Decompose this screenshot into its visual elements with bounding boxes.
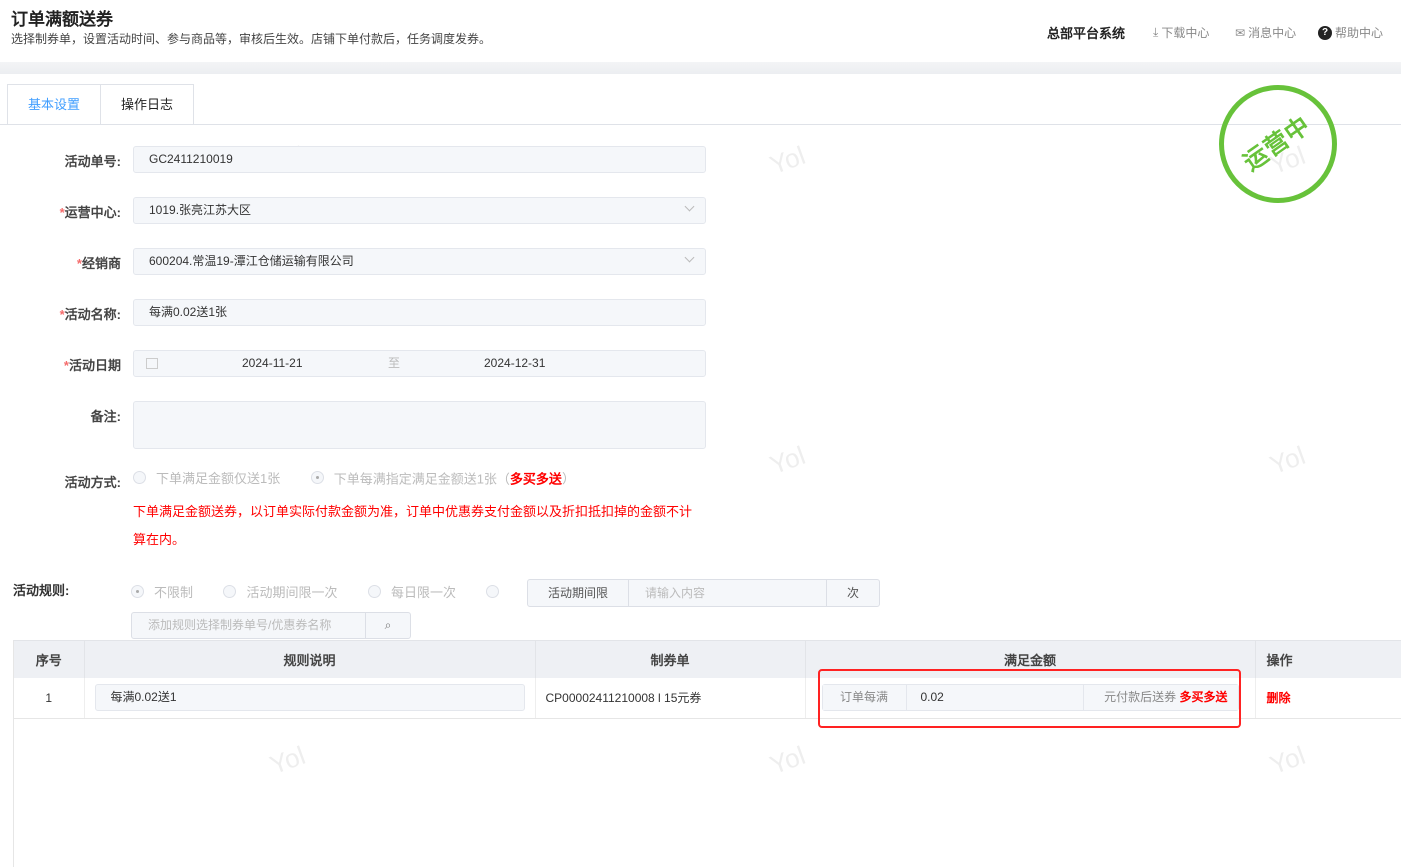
date-label: *活动日期 xyxy=(63,358,121,373)
calendar-icon xyxy=(146,358,158,369)
download-label: 下载中心 xyxy=(1161,26,1210,40)
mode-option-multi[interactable]: 下单每满指定满足金额送1张（多买多送） xyxy=(310,469,601,486)
date-start[interactable]: 2024-11-21 xyxy=(242,351,303,376)
center-select[interactable]: 1019.张亮江苏大区 xyxy=(133,197,706,224)
messages-label: 消息中心 xyxy=(1248,26,1297,40)
period-prefix: 活动期间限 xyxy=(528,580,629,606)
col-coupon: 制券单 xyxy=(535,641,806,678)
activity-name-field[interactable]: 每满0.02送1张 xyxy=(133,299,706,326)
message-center-link[interactable]: ✉ 消息中心 xyxy=(1235,24,1296,41)
chevron-down-icon xyxy=(684,201,695,212)
watermark: Yol xyxy=(765,139,810,181)
mode-option-single[interactable]: 下单满足金额仅送1张 xyxy=(133,469,306,486)
radio[interactable] xyxy=(367,585,381,598)
help-label: 帮助中心 xyxy=(1335,26,1384,40)
help-icon: ? xyxy=(1318,25,1332,40)
mail-icon: ✉ xyxy=(1235,25,1246,40)
dealer-label: *经销商 xyxy=(76,256,121,271)
order-no-label: 活动单号: xyxy=(64,154,121,169)
radio[interactable] xyxy=(486,585,500,598)
col-desc: 规则说明 xyxy=(84,641,536,678)
period-limit-input-group: 活动期间限 请输入内容 次 xyxy=(527,579,880,607)
rule-desc-field[interactable]: 每满0.02送1 xyxy=(94,684,525,712)
date-end[interactable]: 2024-12-31 xyxy=(484,351,545,376)
radio[interactable] xyxy=(131,585,144,598)
tab-underline xyxy=(0,124,1401,125)
radio[interactable] xyxy=(310,471,324,484)
option-label: 下单满足金额仅送1张 xyxy=(156,471,281,486)
rules-label: 活动规则: xyxy=(13,583,70,598)
center-label: *运营中心: xyxy=(59,205,121,220)
option-label: 不限制 xyxy=(154,585,194,600)
rule-search-input[interactable]: 添加规则选择制券单号/优惠券名称 xyxy=(132,613,366,638)
chevron-down-icon xyxy=(684,252,695,263)
watermark: Yol xyxy=(1265,439,1310,481)
tabs: 基本设置 操作日志 xyxy=(7,84,195,125)
center-value: 1019.张亮江苏大区 xyxy=(149,203,252,217)
radio[interactable] xyxy=(223,585,237,598)
radio[interactable] xyxy=(133,471,146,484)
download-center-link[interactable]: ⤓ 下载中心 xyxy=(1153,24,1209,41)
option-tag: 多买多送 xyxy=(509,471,562,486)
page-title: 订单满额送券 xyxy=(11,10,113,29)
option-label: 下单每满指定满足金额送1张（ xyxy=(333,471,510,486)
status-stamp: 运营中 xyxy=(1219,85,1337,203)
row-index: 1 xyxy=(14,678,85,719)
system-name: 总部平台系统 xyxy=(1047,26,1126,41)
option-label: 活动期间限一次 xyxy=(246,585,338,600)
option-label: 每日限一次 xyxy=(390,585,456,600)
period-suffix: 次 xyxy=(846,586,859,600)
tab-basic-settings[interactable]: 基本设置 xyxy=(7,84,102,125)
date-range-picker[interactable]: 2024-11-21 至 2024-12-31 xyxy=(133,350,706,377)
remark-label: 备注: xyxy=(90,409,121,424)
tab-operation-log[interactable]: 操作日志 xyxy=(101,84,195,125)
search-icon[interactable]: ⌕ xyxy=(366,613,410,638)
rule-search: 添加规则选择制券单号/优惠券名称 ⌕ xyxy=(131,612,411,639)
name-label: *活动名称: xyxy=(59,307,121,322)
dealer-value: 600204.常温19-潭江仓储运输有限公司 xyxy=(149,254,354,268)
coupon-value: CP00002411210008 l 15元券 xyxy=(535,678,806,719)
highlight-box xyxy=(818,669,1241,728)
date-separator: 至 xyxy=(388,356,401,370)
rules-radio-group: 不限制 活动期间限一次 每日限一次 xyxy=(131,582,509,601)
delete-button[interactable]: 删除 xyxy=(1255,678,1401,719)
option-label-end: ） xyxy=(561,471,575,486)
page-subtitle: 选择制券单，设置活动时间、参与商品等，审核后生效。店铺下单付款后，任务调度发券。 xyxy=(11,32,492,46)
remark-textarea[interactable] xyxy=(133,401,706,449)
help-center-link[interactable]: ? 帮助中心 xyxy=(1318,24,1383,41)
header-divider xyxy=(0,62,1401,74)
period-count-input[interactable]: 请输入内容 xyxy=(629,580,827,606)
order-no-field[interactable]: GC2411210019 xyxy=(133,146,706,173)
dealer-select[interactable]: 600204.常温19-潭江仓储运输有限公司 xyxy=(133,248,706,275)
col-action: 操作 xyxy=(1255,641,1401,678)
mode-note: 下单满足金额送券，以订单实际付款金额为准，订单中优惠券支付金额以及折扣抵扣掉的金… xyxy=(133,504,693,547)
mode-label: 活动方式: xyxy=(64,475,121,490)
mode-radio-group: 下单满足金额仅送1张 下单每满指定满足金额送1张（多买多送） xyxy=(133,468,601,487)
download-icon: ⤓ xyxy=(1153,25,1159,39)
col-index: 序号 xyxy=(14,641,85,678)
watermark: Yol xyxy=(765,439,810,481)
